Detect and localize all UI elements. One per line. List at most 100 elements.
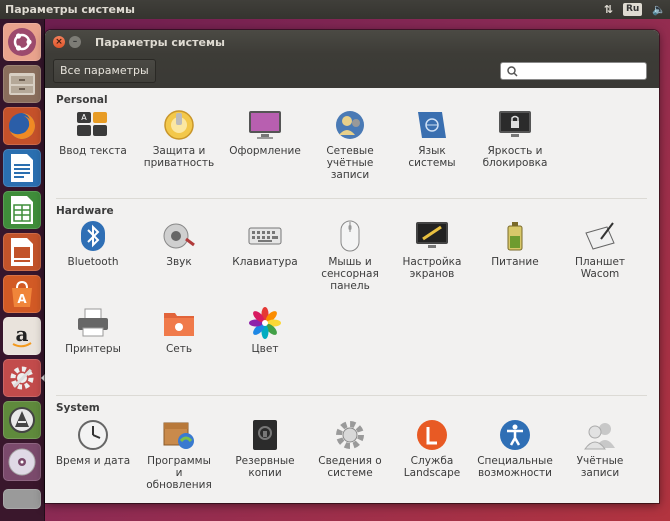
item-label: Время и дата: [55, 455, 131, 467]
trash-icon[interactable]: [3, 489, 41, 509]
all-settings-button[interactable]: Все параметры: [53, 59, 156, 83]
network-transfer-icon[interactable]: ⇅: [604, 0, 613, 19]
ubuntu-dash-icon[interactable]: [3, 23, 41, 61]
item-label: Учётные записи: [576, 455, 624, 479]
keyboard-input-icon: A: [76, 108, 110, 142]
item-label: Резервные копии: [235, 455, 295, 479]
item-user-accounts[interactable]: Учётные записи: [559, 418, 641, 479]
item-sound[interactable]: Звук: [138, 219, 220, 268]
close-button[interactable]: ×: [53, 36, 65, 48]
section-title-system: System: [56, 402, 100, 414]
item-label: Цвет: [251, 343, 279, 355]
item-appearance[interactable]: Оформление: [224, 108, 306, 157]
item-label: Принтеры: [65, 343, 121, 355]
active-window-title: Параметры системы: [5, 3, 135, 16]
brightness-lock-icon: [498, 108, 532, 142]
search-field[interactable]: [500, 62, 647, 80]
software-center-icon[interactable]: A: [3, 275, 41, 313]
sound-icon: [162, 219, 196, 253]
window-title: Параметры системы: [95, 35, 225, 49]
item-label: Сетевые учётные записи: [326, 145, 374, 181]
files-icon[interactable]: [3, 65, 41, 103]
item-label: Звук: [166, 256, 192, 268]
item-displays[interactable]: Настройка экранов: [391, 219, 473, 280]
item-label: Клавиатура: [232, 256, 298, 268]
section-separator: [56, 198, 647, 199]
svg-text:A: A: [17, 292, 27, 306]
bluetooth-icon: [76, 219, 110, 253]
item-mouse-touchpad[interactable]: Мышь и сенсорная панель: [309, 219, 391, 292]
section-title-personal: Personal: [56, 94, 108, 106]
item-landscape[interactable]: Служба Landscape: [391, 418, 473, 479]
item-label: Питание: [491, 256, 539, 268]
item-label: Защита и приватность: [143, 145, 215, 169]
search-input[interactable]: [522, 64, 642, 78]
amazon-icon[interactable]: a: [3, 317, 41, 355]
system-settings-icon[interactable]: [3, 359, 41, 397]
search-icon: [507, 65, 518, 77]
item-language[interactable]: Язык системы: [391, 108, 473, 169]
item-label: Оформление: [229, 145, 301, 157]
keyboard-icon: [248, 219, 282, 253]
item-bluetooth[interactable]: Bluetooth: [52, 219, 134, 268]
item-brightness-lock[interactable]: Яркость и блокировка: [474, 108, 556, 169]
item-network[interactable]: Сеть: [138, 306, 220, 355]
item-label: Планшет Wacom: [574, 256, 626, 280]
item-text-entry[interactable]: A Ввод текста: [52, 108, 134, 157]
item-label: Сведения о системе: [318, 455, 382, 479]
clock-icon: [76, 418, 110, 452]
settings-content: Personal A Ввод текста Защита и приватно…: [45, 88, 659, 503]
network-icon: [162, 306, 196, 340]
item-backups[interactable]: Резервные копии: [224, 418, 306, 479]
svg-text:a: a: [16, 322, 29, 346]
top-panel: Параметры системы ⇅ Ru 🔈: [0, 0, 670, 19]
user-accounts-icon: [583, 418, 617, 452]
item-wacom[interactable]: Планшет Wacom: [559, 219, 641, 280]
landscape-icon: [415, 418, 449, 452]
backup-icon: [248, 418, 282, 452]
volume-icon[interactable]: 🔈: [652, 0, 666, 19]
language-icon: [415, 108, 449, 142]
accessibility-icon: [498, 418, 532, 452]
system-info-icon: [333, 418, 367, 452]
item-label: Мышь и сенсорная панель: [321, 256, 379, 292]
item-label: Язык системы: [408, 145, 456, 169]
item-label: Специальные возможности: [477, 455, 553, 479]
item-keyboard[interactable]: Клавиатура: [224, 219, 306, 268]
power-icon: [498, 219, 532, 253]
item-printers[interactable]: Принтеры: [52, 306, 134, 355]
item-system-details[interactable]: Сведения о системе: [309, 418, 391, 479]
indicator-tray: ⇅ Ru 🔈: [604, 0, 666, 19]
keyboard-layout-indicator[interactable]: Ru: [622, 3, 643, 16]
appearance-icon: [248, 108, 282, 142]
item-label: Bluetooth: [67, 256, 119, 268]
item-privacy[interactable]: Защита и приватность: [138, 108, 220, 169]
libreoffice-writer-icon[interactable]: [3, 149, 41, 187]
item-online-accounts[interactable]: Сетевые учётные записи: [309, 108, 391, 181]
window-titlebar: × – Параметры системы: [45, 30, 659, 54]
item-label: Служба Landscape: [403, 455, 461, 479]
libreoffice-impress-icon[interactable]: [3, 233, 41, 271]
wacom-icon: [583, 219, 617, 253]
item-color[interactable]: Цвет: [224, 306, 306, 355]
item-power[interactable]: Питание: [474, 219, 556, 268]
section-title-hardware: Hardware: [56, 205, 114, 217]
printer-icon: [76, 306, 110, 340]
displays-icon: [415, 219, 449, 253]
section-separator: [56, 395, 647, 396]
firefox-icon[interactable]: [3, 107, 41, 145]
item-label: Программы и обновления: [146, 455, 212, 491]
minimize-button[interactable]: –: [69, 36, 81, 48]
online-accounts-icon: [333, 108, 367, 142]
item-label: Настройка экранов: [402, 256, 462, 280]
color-icon: [248, 306, 282, 340]
item-date-time[interactable]: Время и дата: [52, 418, 134, 467]
dvd-icon[interactable]: [3, 443, 41, 481]
item-accessibility[interactable]: Специальные возможности: [474, 418, 556, 479]
privacy-icon: [162, 108, 196, 142]
item-label: Ввод текста: [59, 145, 127, 157]
item-software-updates[interactable]: Программы и обновления: [138, 418, 220, 491]
software-updater-icon[interactable]: [3, 401, 41, 439]
libreoffice-calc-icon[interactable]: [3, 191, 41, 229]
toolbar: Все параметры: [45, 54, 659, 88]
